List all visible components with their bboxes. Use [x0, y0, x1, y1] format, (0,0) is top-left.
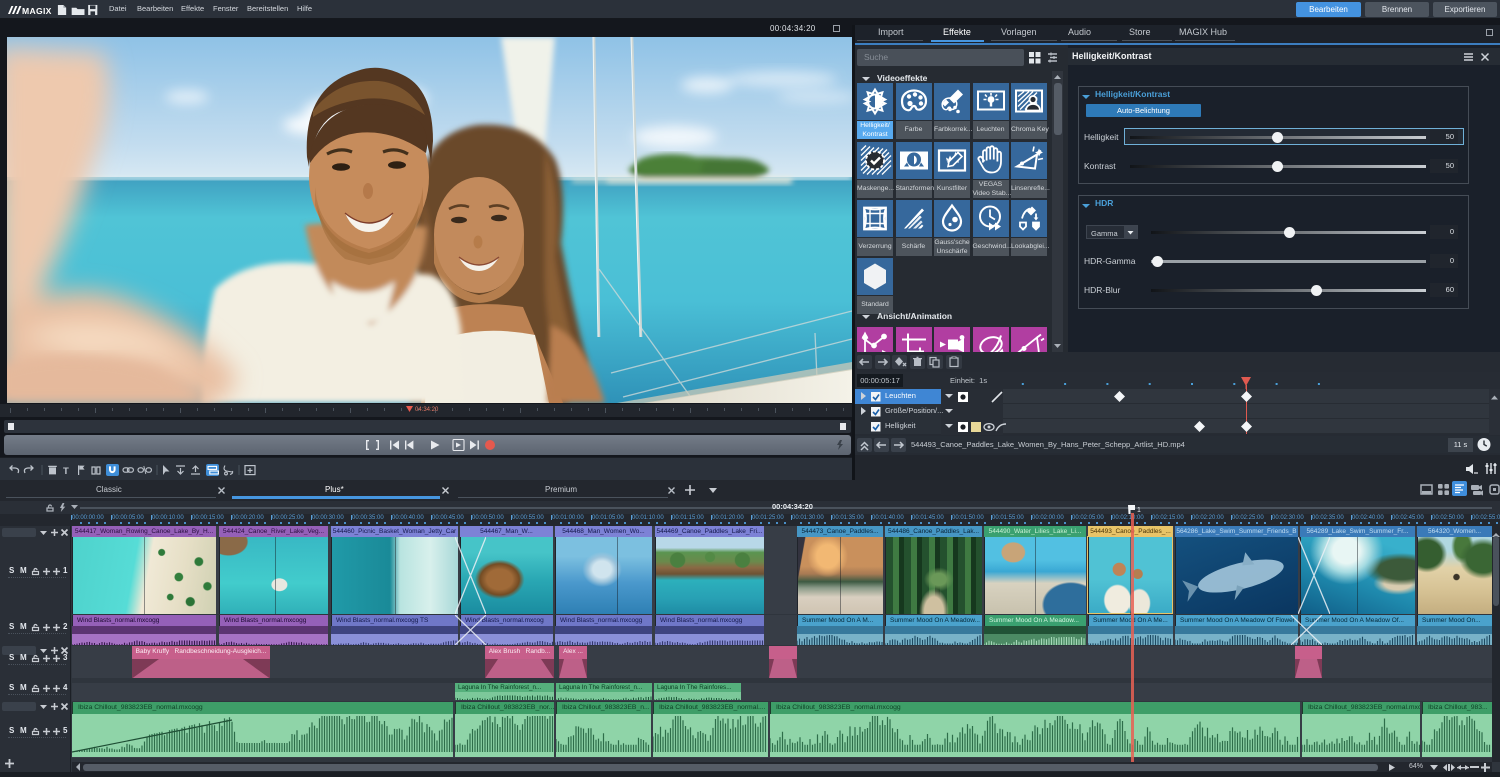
svg-text:T: T: [63, 466, 69, 476]
svg-text:MAGIX: MAGIX: [22, 6, 52, 16]
svg-text:1: 1: [1137, 507, 1141, 514]
